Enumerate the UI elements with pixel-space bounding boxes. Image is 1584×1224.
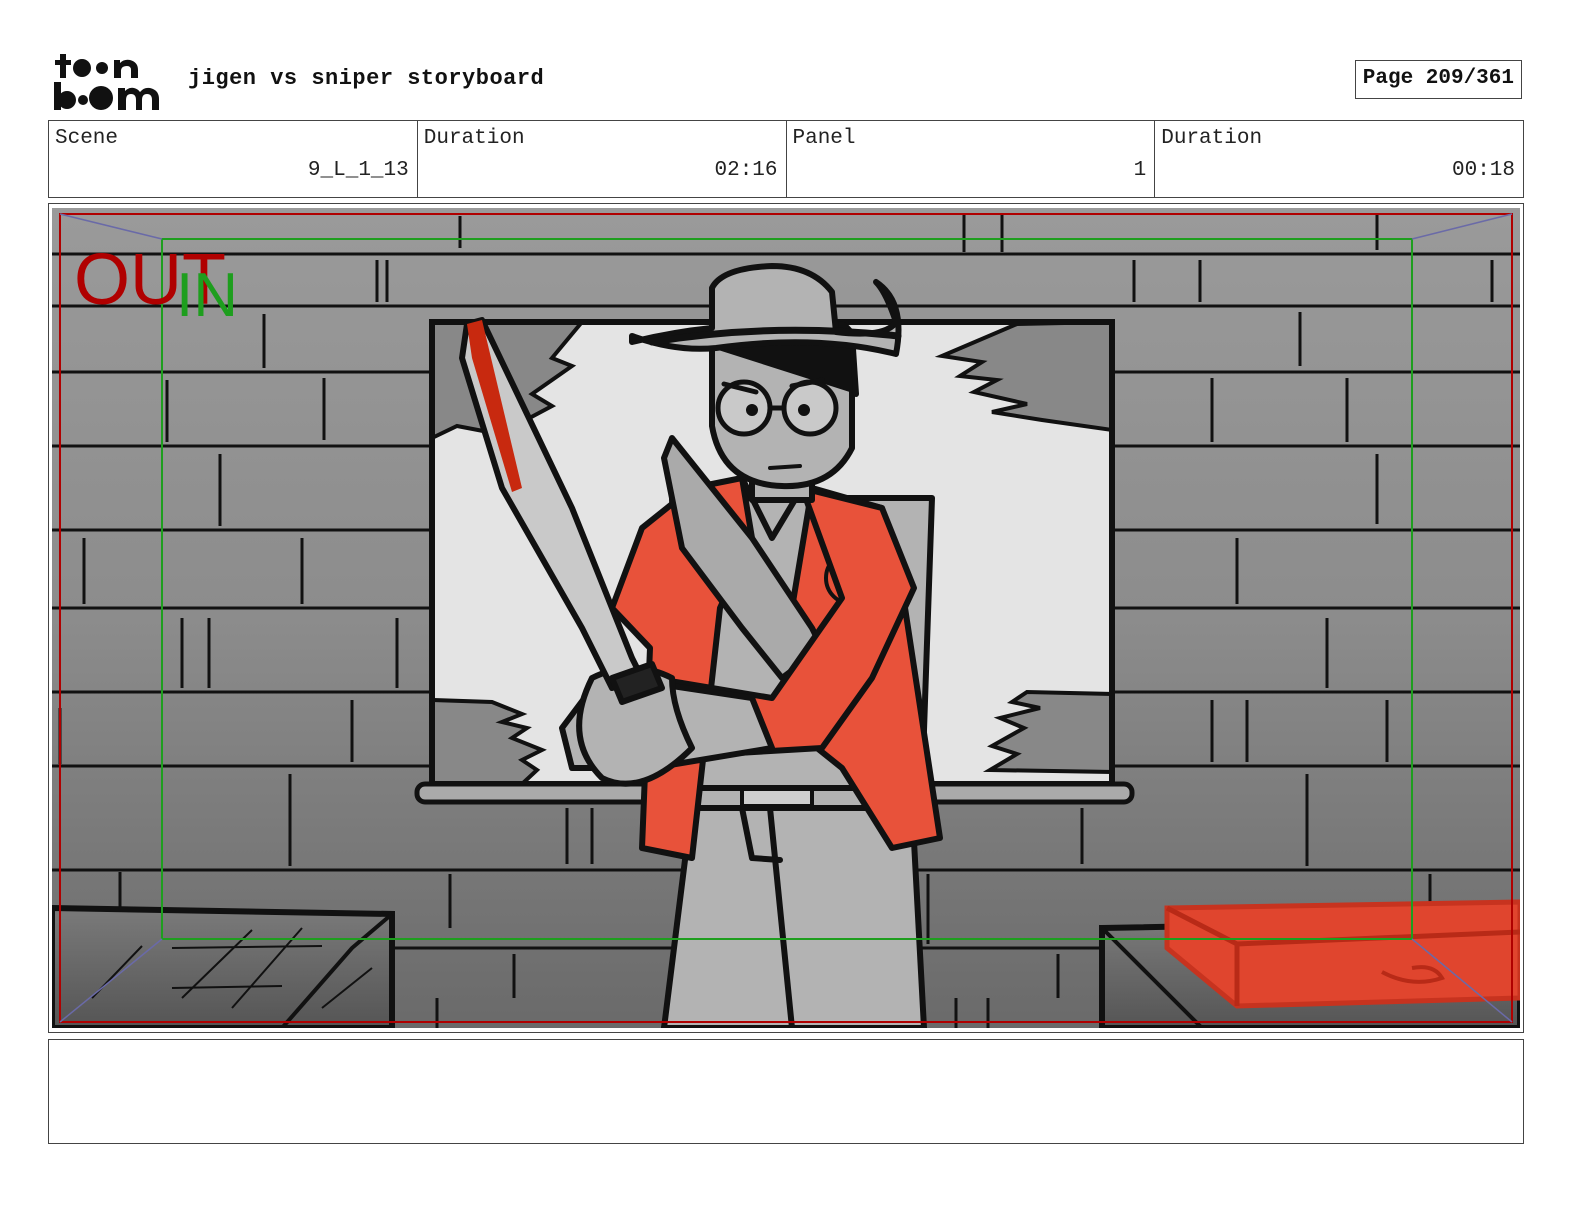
scene-duration-label: Duration [423, 127, 525, 150]
storyboard-panel: OUT IN [48, 203, 1524, 1033]
storyboard-title: jigen vs sniper storyboard [188, 66, 545, 91]
panel-info-table: Scene 9_L_1_13 Duration 02:16 Panel 1 Du… [48, 120, 1524, 198]
panel-label: Panel [792, 127, 856, 150]
red-case [1164, 899, 1520, 1009]
panel-duration-label: Duration [1161, 127, 1263, 150]
scene-cell: Scene 9_L_1_13 [49, 121, 418, 197]
panel-duration-cell: Duration 00:18 [1155, 121, 1523, 197]
scene-duration-cell: Duration 02:16 [418, 121, 787, 197]
crate-left [52, 904, 395, 1028]
scene-label: Scene [55, 127, 119, 150]
scene-duration-value: 02:16 [714, 159, 778, 182]
panel-duration-value: 00:18 [1451, 159, 1515, 182]
panel-drawing: OUT IN [52, 208, 1520, 1028]
scene-value: 9_L_1_13 [307, 159, 409, 182]
toon-boom-logo [54, 54, 159, 110]
crate-right [1099, 899, 1520, 1028]
in-frame-label: IN [176, 261, 238, 330]
panel-notes-box[interactable] [48, 1039, 1524, 1144]
page-indicator: Page 209/361 [1354, 60, 1522, 99]
panel-value: 1 [1133, 159, 1147, 182]
panel-cell: Panel 1 [787, 121, 1156, 197]
